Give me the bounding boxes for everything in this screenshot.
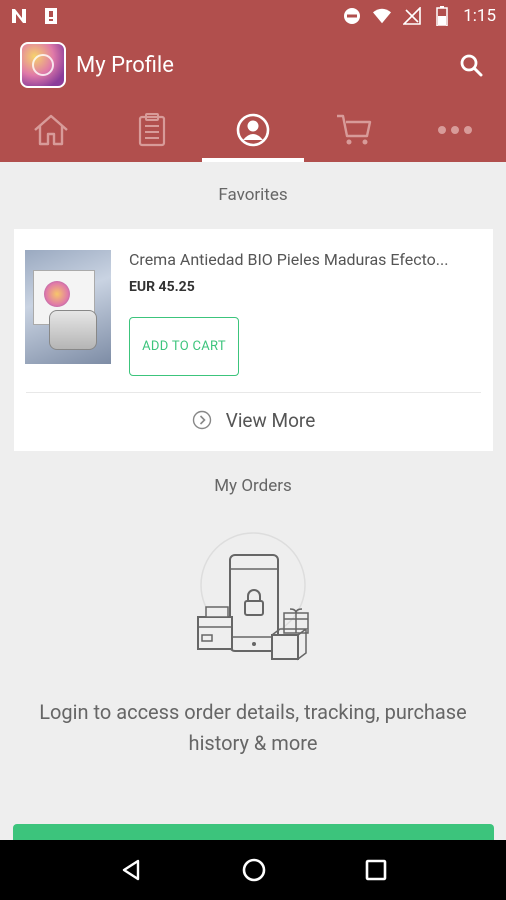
recents-icon[interactable]: [365, 859, 387, 881]
tab-more[interactable]: [405, 98, 506, 162]
clipboard-icon: [42, 7, 60, 25]
notification-n-icon: [10, 7, 28, 25]
tab-orders[interactable]: [101, 98, 202, 162]
locked-phone-illustration-icon: [197, 532, 309, 661]
status-bar: 1:15: [0, 0, 506, 32]
divider: [26, 392, 481, 393]
cart-icon: [337, 114, 372, 145]
orders-title: My Orders: [214, 476, 292, 496]
app-logo: [20, 42, 66, 88]
product-image[interactable]: [25, 250, 111, 364]
system-nav-bar: [0, 840, 506, 900]
profile-icon: [236, 113, 270, 147]
tab-cart[interactable]: [304, 98, 405, 162]
product-name[interactable]: Crema Antiedad BIO Pieles Maduras Efecto…: [129, 250, 479, 269]
login-message: Login to access order details, tracking,…: [39, 700, 467, 755]
page-title: My Profile: [76, 52, 174, 78]
status-time: 1:15: [463, 6, 496, 26]
favorites-card: Crema Antiedad BIO Pieles Maduras Efecto…: [14, 229, 493, 451]
add-to-cart-button[interactable]: ADD TO CART: [129, 317, 239, 376]
home-icon: [33, 114, 68, 146]
view-more-label: View More: [225, 408, 316, 432]
search-button[interactable]: [456, 50, 486, 80]
tab-bar: [0, 98, 506, 162]
chevron-right-circle-icon: [192, 410, 211, 430]
tab-profile[interactable]: [202, 98, 304, 162]
app-bar: My Profile: [0, 32, 506, 98]
more-dots-icon: [438, 126, 473, 134]
view-more-button[interactable]: View More: [14, 405, 493, 435]
home-circle-icon[interactable]: [241, 857, 267, 883]
favorites-title: Favorites: [218, 185, 288, 205]
battery-icon: [433, 6, 451, 26]
search-icon: [460, 54, 483, 77]
do-not-disturb-icon: [343, 7, 361, 25]
back-icon[interactable]: [119, 858, 143, 882]
wifi-icon: [373, 7, 392, 25]
product-price: EUR 45.25: [129, 279, 195, 295]
no-signal-icon: [403, 7, 422, 25]
tab-home[interactable]: [0, 98, 101, 162]
clipboard-list-icon: [138, 113, 165, 147]
